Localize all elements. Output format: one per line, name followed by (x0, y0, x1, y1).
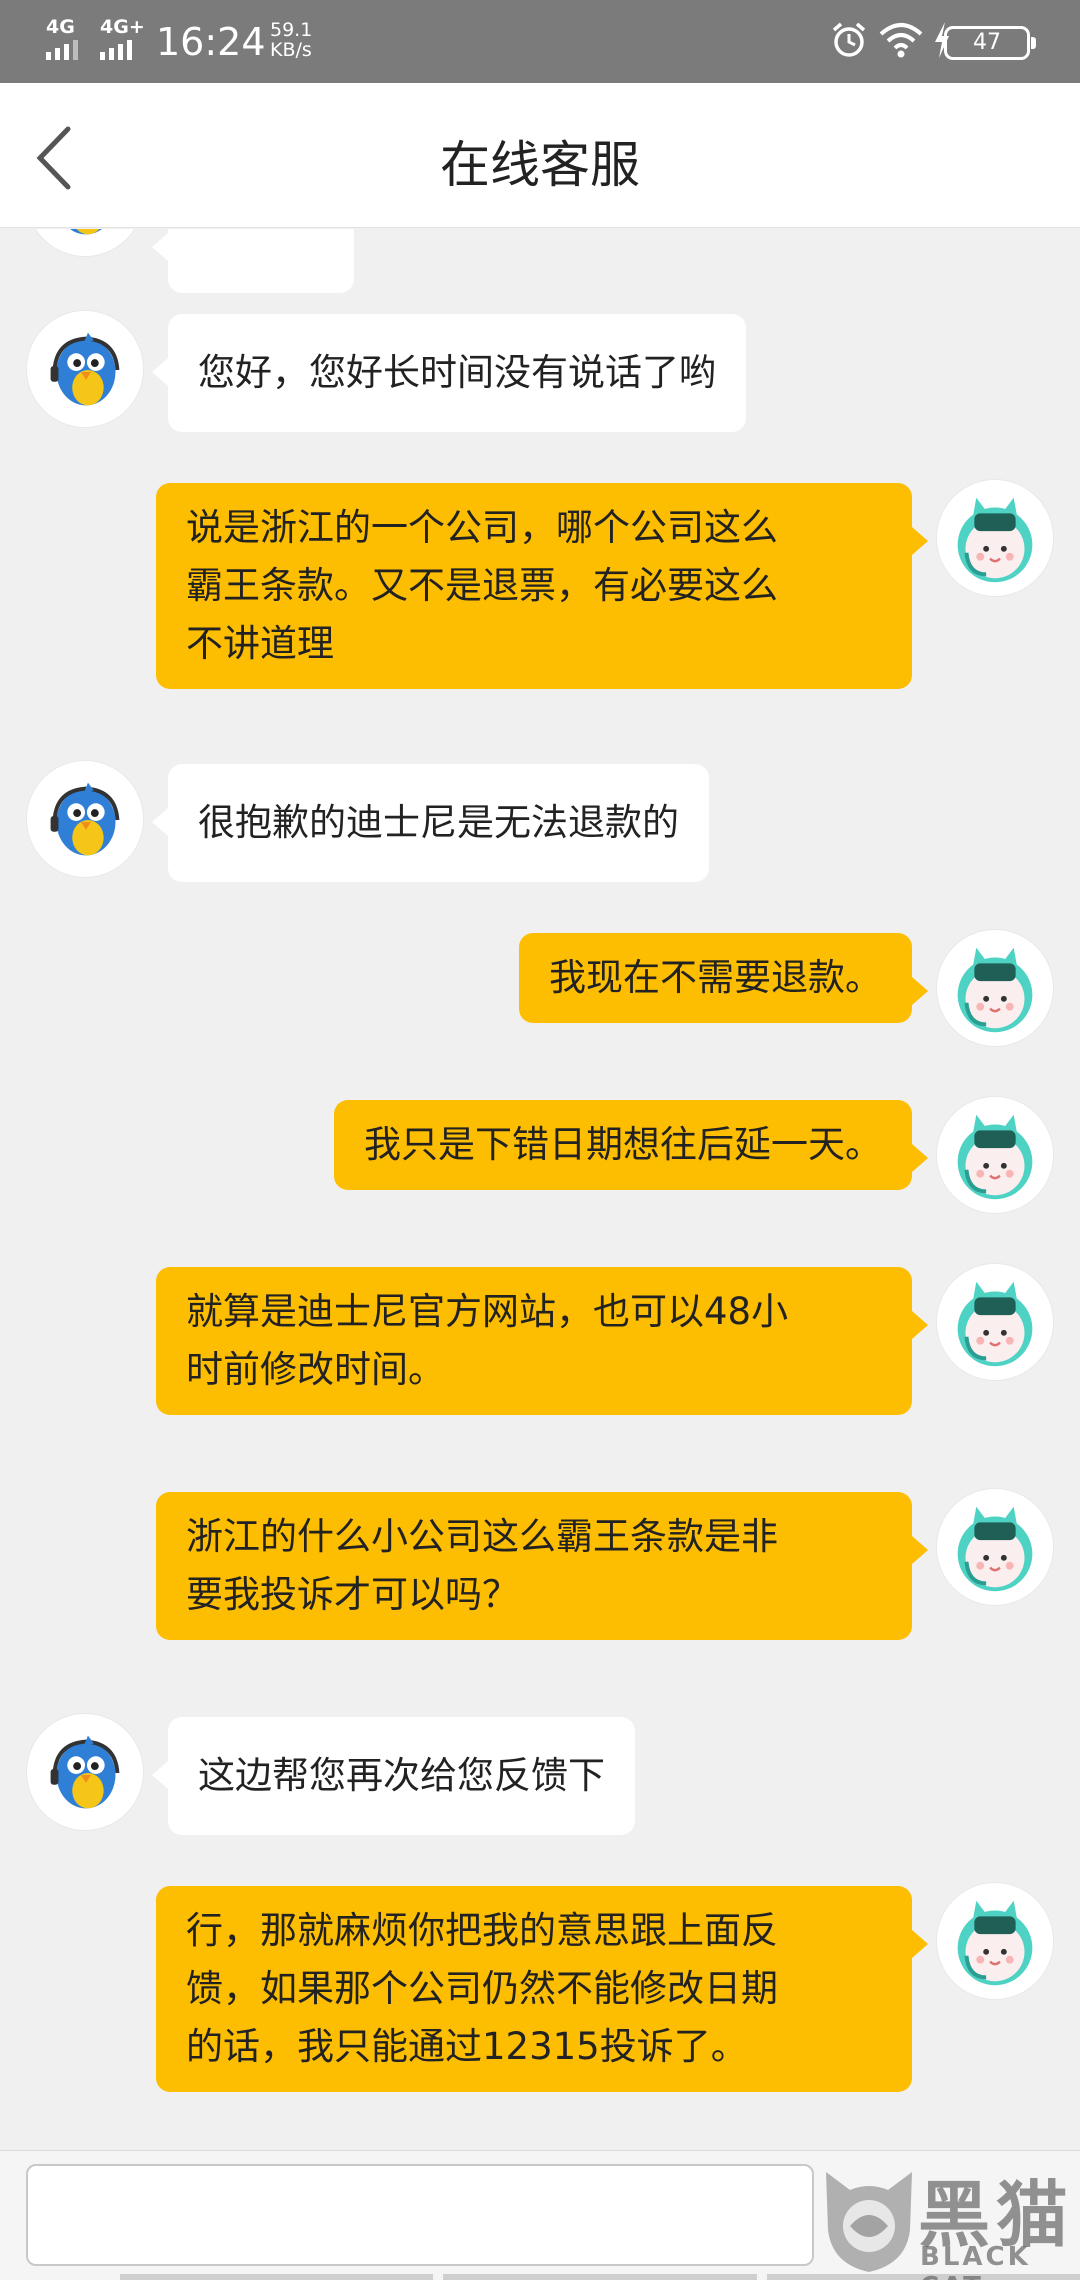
speed-unit: KB/s (270, 39, 312, 61)
message-text: 很抱歉的迪士尼是无法退款的 (198, 801, 679, 844)
watermark-english: BLACK CAT (920, 2242, 1031, 2280)
message-text: 说是浙江的一个公司，哪个公司这么 (186, 506, 778, 549)
agent-avatar (26, 1713, 144, 1831)
message-text: 霸王条款。又不是退票，有必要这么 (186, 564, 778, 607)
user-avatar (936, 1096, 1054, 1214)
message-text: 不讲道理 (186, 622, 334, 665)
agent-avatar (26, 229, 144, 257)
message-bubble-user: 就算是迪士尼官方网站，也可以48小 时前修改时间。 (156, 1267, 928, 1415)
network-speed: 59.1 KB/s (270, 20, 312, 60)
alarm-icon (832, 22, 866, 57)
message-text: 浙江的什么小公司这么霸王条款是非 (186, 1515, 778, 1558)
message-text: 这边帮您再次给您反馈下 (198, 1754, 605, 1797)
message-bubble-agent: 这边帮您再次给您反馈下 (152, 1717, 635, 1835)
message-bubble-user: 浙江的什么小公司这么霸王条款是非 要我投诉才可以吗？ (156, 1492, 928, 1640)
message-bubble-user: 说是浙江的一个公司，哪个公司这么 霸王条款。又不是退票，有必要这么 不讲道理 (156, 483, 928, 689)
user-avatar (936, 1263, 1054, 1381)
message-text: 要我投诉才可以吗？ (186, 1573, 519, 1616)
message-bubble-partial (152, 229, 354, 293)
user-avatar (936, 1882, 1054, 2000)
message-text: 的话，我只能通过12315投诉了。 (186, 2025, 748, 2068)
message-bubble-user: 我现在不需要退款。 (519, 933, 928, 1023)
message-text: 就算是迪士尼官方网站，也可以48小 (186, 1290, 789, 1333)
agent-avatar (26, 760, 144, 878)
network-type-2: 4G+ (100, 16, 145, 38)
message-bubble-user: 我只是下错日期想往后延一天。 (334, 1100, 928, 1190)
chat-messages[interactable]: 您好，您好长时间没有说话了哟 说是浙江的一个公司，哪个公司这么 霸王条款。又不是… (0, 229, 1080, 2150)
network-type-1: 4G (46, 16, 75, 38)
wifi-icon (879, 23, 923, 58)
message-bubble-agent: 很抱歉的迪士尼是无法退款的 (152, 764, 709, 882)
agent-avatar (26, 310, 144, 428)
user-avatar (936, 1488, 1054, 1606)
black-cat-logo-icon (826, 2172, 912, 2272)
status-time: 16:24 (156, 20, 266, 64)
signal-icon-1 (46, 40, 78, 60)
user-avatar (936, 929, 1054, 1047)
header: 在线客服 (0, 83, 1080, 228)
message-text: 行，那就麻烦你把我的意思跟上面反 (186, 1909, 778, 1952)
status-bar: 4G 4G+ 16:24 59.1 KB/s 47 (0, 0, 1080, 83)
page-title: 在线客服 (440, 136, 640, 194)
message-text: 我现在不需要退款。 (549, 956, 882, 999)
message-text: 我只是下错日期想往后延一天。 (364, 1123, 882, 1166)
message-text: 时前修改时间。 (186, 1348, 445, 1391)
watermark: 黑猫 BLACK CAT (820, 2160, 1075, 2280)
user-avatar (936, 479, 1054, 597)
speed-value: 59.1 (270, 19, 313, 41)
signal-icon-2 (100, 40, 132, 60)
message-bubble-agent: 您好，您好长时间没有说话了哟 (152, 314, 746, 432)
message-text: 您好，您好长时间没有说话了哟 (198, 351, 716, 394)
message-text: 馈，如果那个公司仍然不能修改日期 (186, 1967, 778, 2010)
battery-icon: 47 (944, 26, 1036, 60)
message-input[interactable] (26, 2164, 814, 2266)
message-bubble-user: 行，那就麻烦你把我的意思跟上面反 馈，如果那个公司仍然不能修改日期 的话，我只能… (156, 1886, 928, 2092)
